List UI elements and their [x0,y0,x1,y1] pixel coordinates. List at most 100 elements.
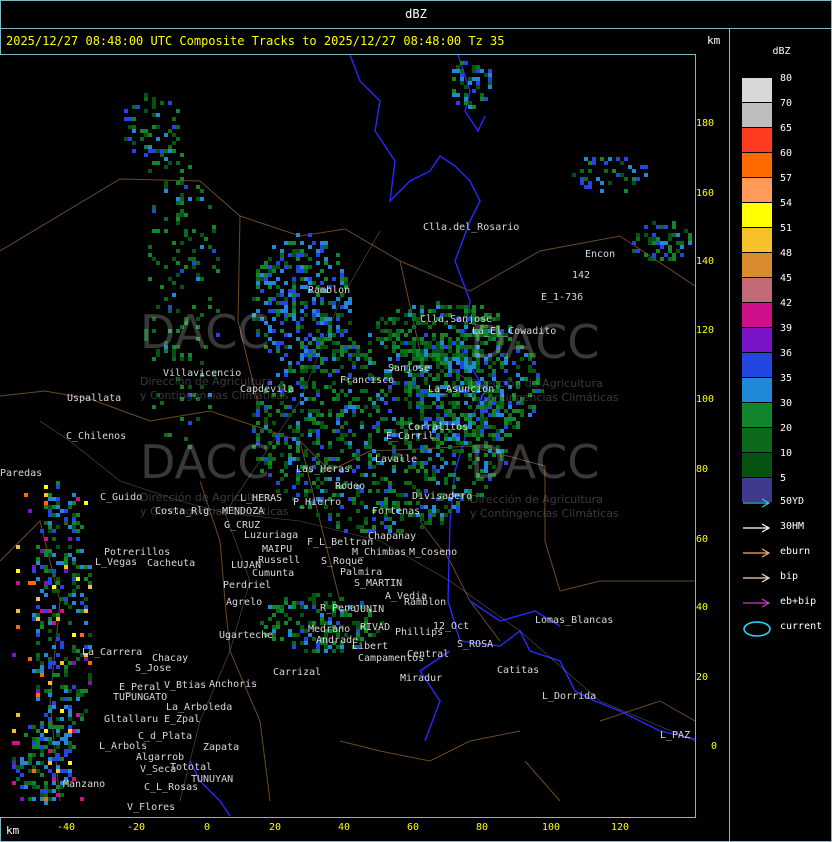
place-label: C_Guido [100,492,143,503]
scale-label: 60 [780,148,793,159]
place-label: Manzano [63,779,106,790]
place-label: TUPUNGATO [113,692,168,703]
track-legend-item: 30HM [742,521,804,535]
arrow-icon [743,498,771,508]
arrow-icon [743,573,771,583]
scale-swatch [742,228,772,252]
track-label: eb+bip [780,596,817,607]
place-label: M_Coseno [409,547,458,558]
place-label: Cumunta [252,568,295,579]
scale-label: 57 [780,173,793,184]
product-title: 2025/12/27 08:48:00 UTC Composite Tracks… [6,34,505,48]
watermark-brand-3: DACC [140,435,270,489]
watermark-brand-4: DACC [470,435,600,489]
place-label: JUNIN [354,604,385,615]
x-tick-label: 60 [406,822,420,833]
place-label: Capdevila [240,384,295,395]
ellipse-icon [743,621,771,637]
place-label: Central [407,649,450,660]
track-label: 30HM [780,521,805,532]
scale-swatch [742,78,772,102]
place-label: S_Jose [135,663,172,674]
place-label: Libert [352,641,389,652]
scale-swatch [742,153,772,177]
legend-title: dBZ [772,46,791,57]
place-label: La_El_Cowadito [472,326,557,337]
y-tick-label: 120 [696,325,715,336]
x-tick-label: -20 [126,822,146,833]
track-label: 50YD [780,496,805,507]
place-label: Palmira [340,567,383,578]
track-legend-item: 50YD [742,496,804,510]
place-label: Corralitos [408,422,469,433]
place-label: Miradur [400,673,443,684]
place-label: S_ROSA [457,639,494,650]
place-label: C_L_Rosas [144,782,199,793]
place-label: Encon [585,249,616,260]
scale-swatch [742,328,772,352]
y-tick-label: 180 [696,118,715,129]
scale-label: 39 [780,323,793,334]
scale-swatch [742,378,772,402]
y-tick-label: 60 [696,534,709,545]
place-label: Rodeo [335,481,366,492]
track-legend-item: eburn [742,546,810,560]
place-label: Sanjose [388,363,431,374]
place-label: L_PAZ [660,730,691,741]
legend-panel: dBZ 80 70 65 60 57 54 51 48 45 42 39 36 35 30 20 10 5 50… [729,28,832,842]
place-label: Gltallaru [104,714,159,725]
track-label: current [780,621,823,632]
scale-label: 65 [780,123,793,134]
place-label: L_Vegas [95,557,138,568]
place-label: Clla.del_Rosario [423,222,520,233]
x-tick-label: 80 [475,822,489,833]
place-label: La_Carrera [82,647,143,658]
track-legend-item: eb+bip [742,596,816,610]
place-label: RIVAD [360,622,391,633]
place-label: L_Arbols [99,741,148,752]
place-label: Ramblon [308,285,351,296]
place-label: Ugarteche [219,630,274,641]
x-tick-label: 40 [337,822,351,833]
scale-label: 10 [780,448,793,459]
watermark-line1-4: Dirección de Agricultura [470,493,603,506]
x-unit-label: km [6,824,20,837]
x-tick-label: 0 [203,822,211,833]
watermark-line2-4: y Contingencias Climáticas [470,507,619,520]
y-tick-label: 160 [696,188,715,199]
scale-swatch [742,453,772,477]
place-label: 142 [572,270,591,281]
scale-swatch [742,303,772,327]
place-label: V_Flores [127,802,176,813]
y-tick-label: 20 [696,672,709,683]
y-tick-label: 80 [696,464,709,475]
place-label: La_Asuncion [428,384,495,395]
y-tick-label: 140 [696,256,715,267]
scale-swatch [742,353,772,377]
place-label: C_Chilenos [66,431,127,442]
radar-map[interactable]: DACC Dirección de Agricultura y Continge… [0,54,696,818]
track-legend-item: current [742,621,822,637]
y-tick-label: 0 [711,741,718,752]
place-label: R_Pena [320,603,357,614]
place-label: S_MARTIN [354,578,403,589]
x-tick-label: 120 [610,822,630,833]
place-label: P_Hierro [293,497,342,508]
scale-label: 48 [780,248,793,259]
scale-label: 5 [780,473,787,484]
scale-label: 70 [780,98,793,109]
scale-label: 36 [780,348,793,359]
place-label: E_1-736 [541,292,584,303]
place-label: MENDOZA [222,506,265,517]
scale-swatch [742,178,772,202]
place-label: Lomas_Blancas [535,615,614,626]
place-label: La_Arboleda [166,702,233,713]
place-label: Zapata [203,742,240,753]
x-tick-label: -40 [56,822,76,833]
place-label: Agrelo [226,597,263,608]
place-label: Perdriel [223,580,272,591]
place-label: Anchoris [209,679,258,690]
place-label: Las_Heras [296,464,351,475]
place-label: Fortenas [372,506,421,517]
scale-swatch [742,203,772,227]
